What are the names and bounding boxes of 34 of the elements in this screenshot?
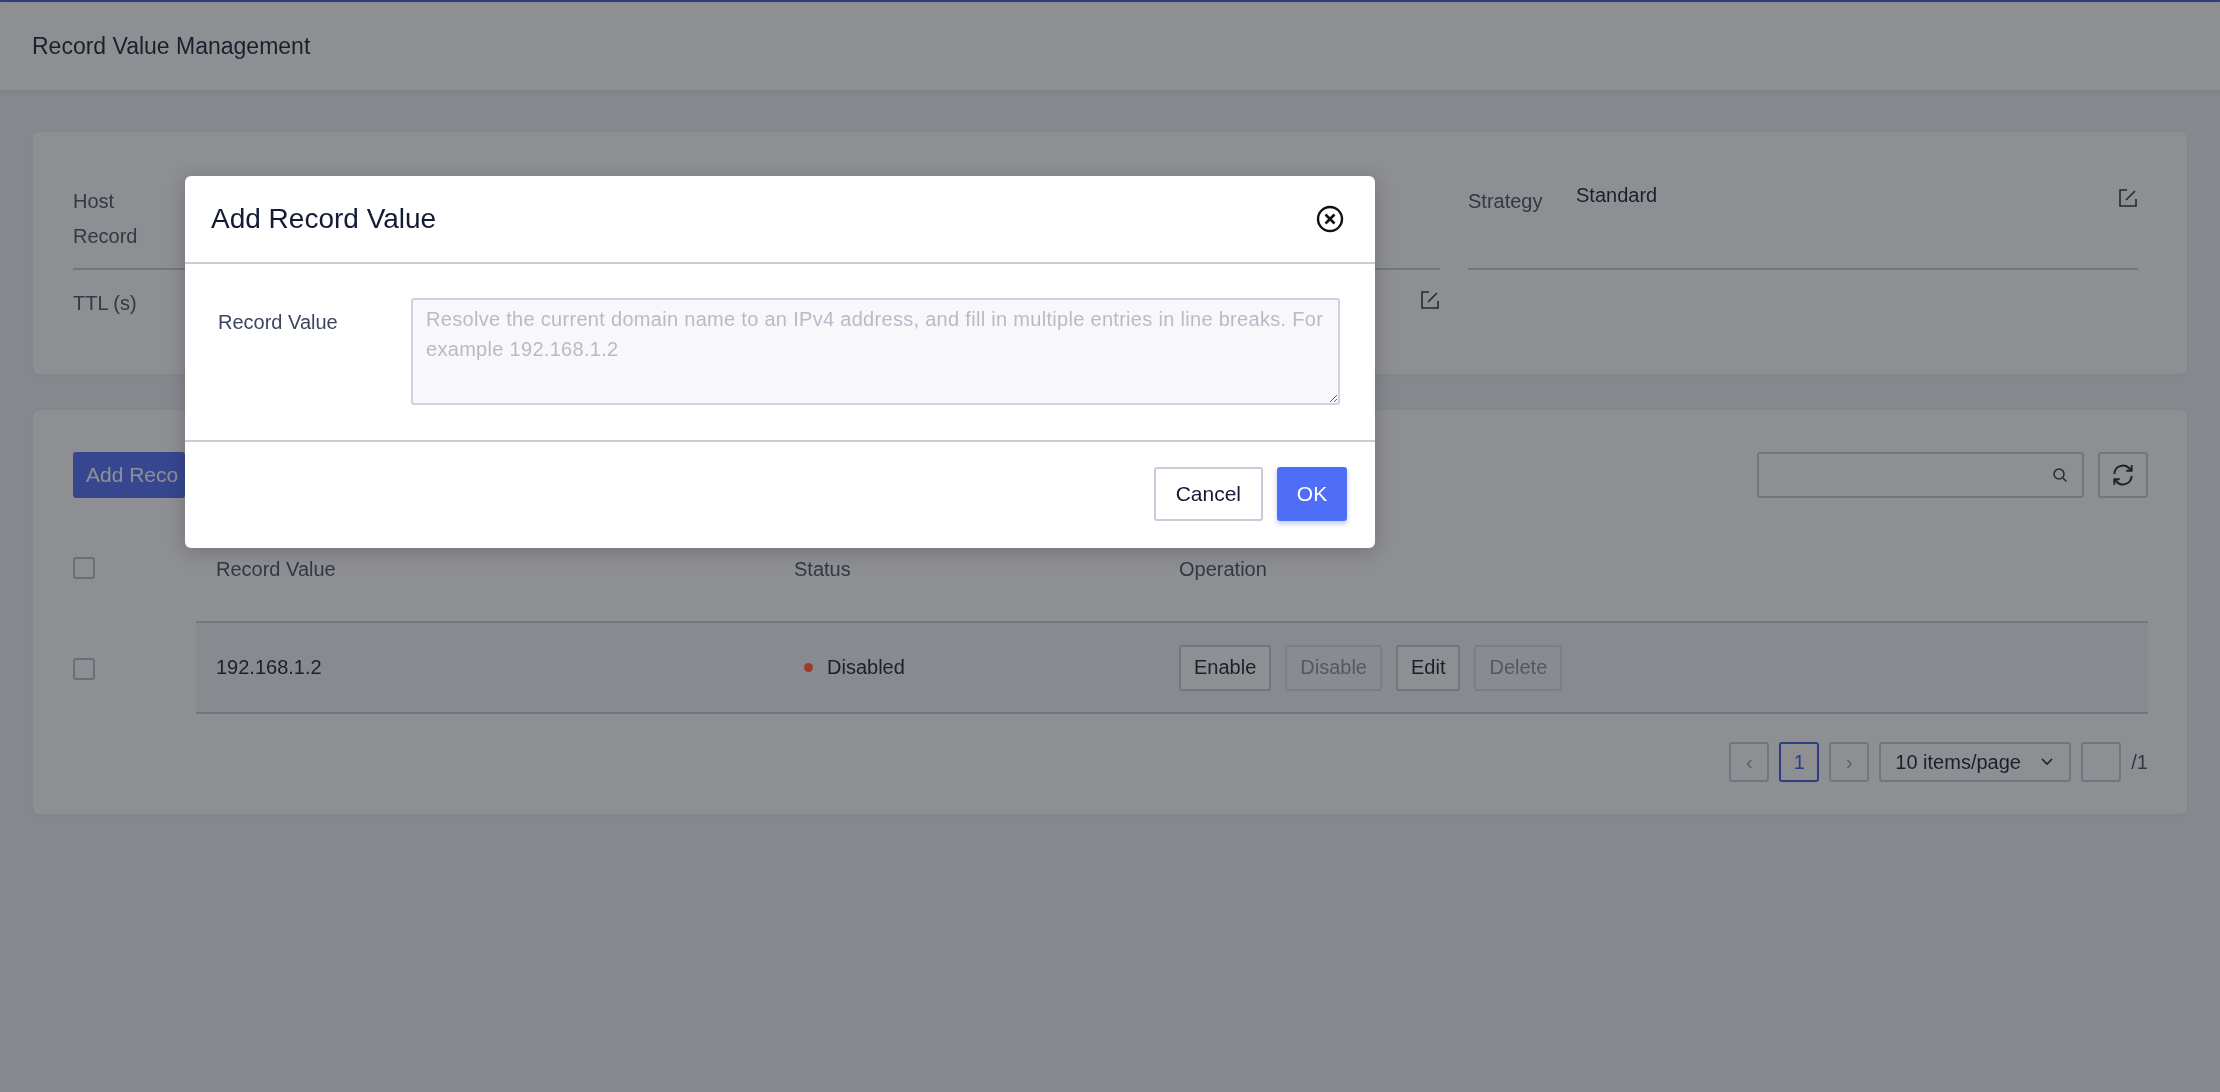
chevron-down-icon xyxy=(2041,758,2054,766)
edit-icon[interactable] xyxy=(1420,290,1440,310)
cancel-button[interactable]: Cancel xyxy=(1153,467,1263,521)
column-header: Status xyxy=(794,558,852,581)
refresh-button[interactable] xyxy=(2098,452,2148,498)
total-pages: /1 xyxy=(2131,750,2148,774)
field-label: Record Value xyxy=(218,310,339,335)
search-icon xyxy=(2052,467,2068,483)
status-text: Disabled xyxy=(827,656,905,679)
column-header: Operation xyxy=(1179,558,1267,581)
field-label: Strategy xyxy=(1468,189,1544,214)
field-label: Host Record xyxy=(73,189,139,249)
table-cell-text: 192.168.1.2 xyxy=(216,656,323,679)
action-button[interactable]: Enable xyxy=(1179,644,1272,691)
refresh-icon xyxy=(2110,462,2136,488)
add-record-button[interactable]: Add Reco xyxy=(73,452,185,498)
record-value-field[interactable]: Resolve the current domain name to an IPv4 address, and fill in multiple entries in line breaks. For example 192.168.1.2 xyxy=(411,298,1340,405)
action-button[interactable]: Edit xyxy=(1396,644,1461,691)
field-label: TTL (s) xyxy=(73,291,138,316)
row-checkbox[interactable] xyxy=(73,657,95,680)
ok-button[interactable]: OK xyxy=(1277,467,1347,521)
edit-icon[interactable] xyxy=(2118,188,2138,208)
select-all-checkbox[interactable] xyxy=(73,557,95,579)
column-header: Record Value xyxy=(216,558,337,581)
page-jump-field[interactable] xyxy=(2081,742,2122,782)
page-button[interactable]: 1 xyxy=(1779,742,1820,782)
dialog-title: Add Record Value xyxy=(211,203,437,235)
page-title: Record Value Management xyxy=(32,32,311,60)
close-icon[interactable] xyxy=(1316,205,1344,233)
field-value: Standard xyxy=(1576,184,1658,207)
next-page-button[interactable]: › xyxy=(1829,742,1870,782)
previous-page-button[interactable]: ‹ xyxy=(1729,742,1770,782)
page-size-dropdown[interactable]: 10 items/page xyxy=(1879,742,2072,782)
search-field[interactable] xyxy=(1757,452,2084,498)
